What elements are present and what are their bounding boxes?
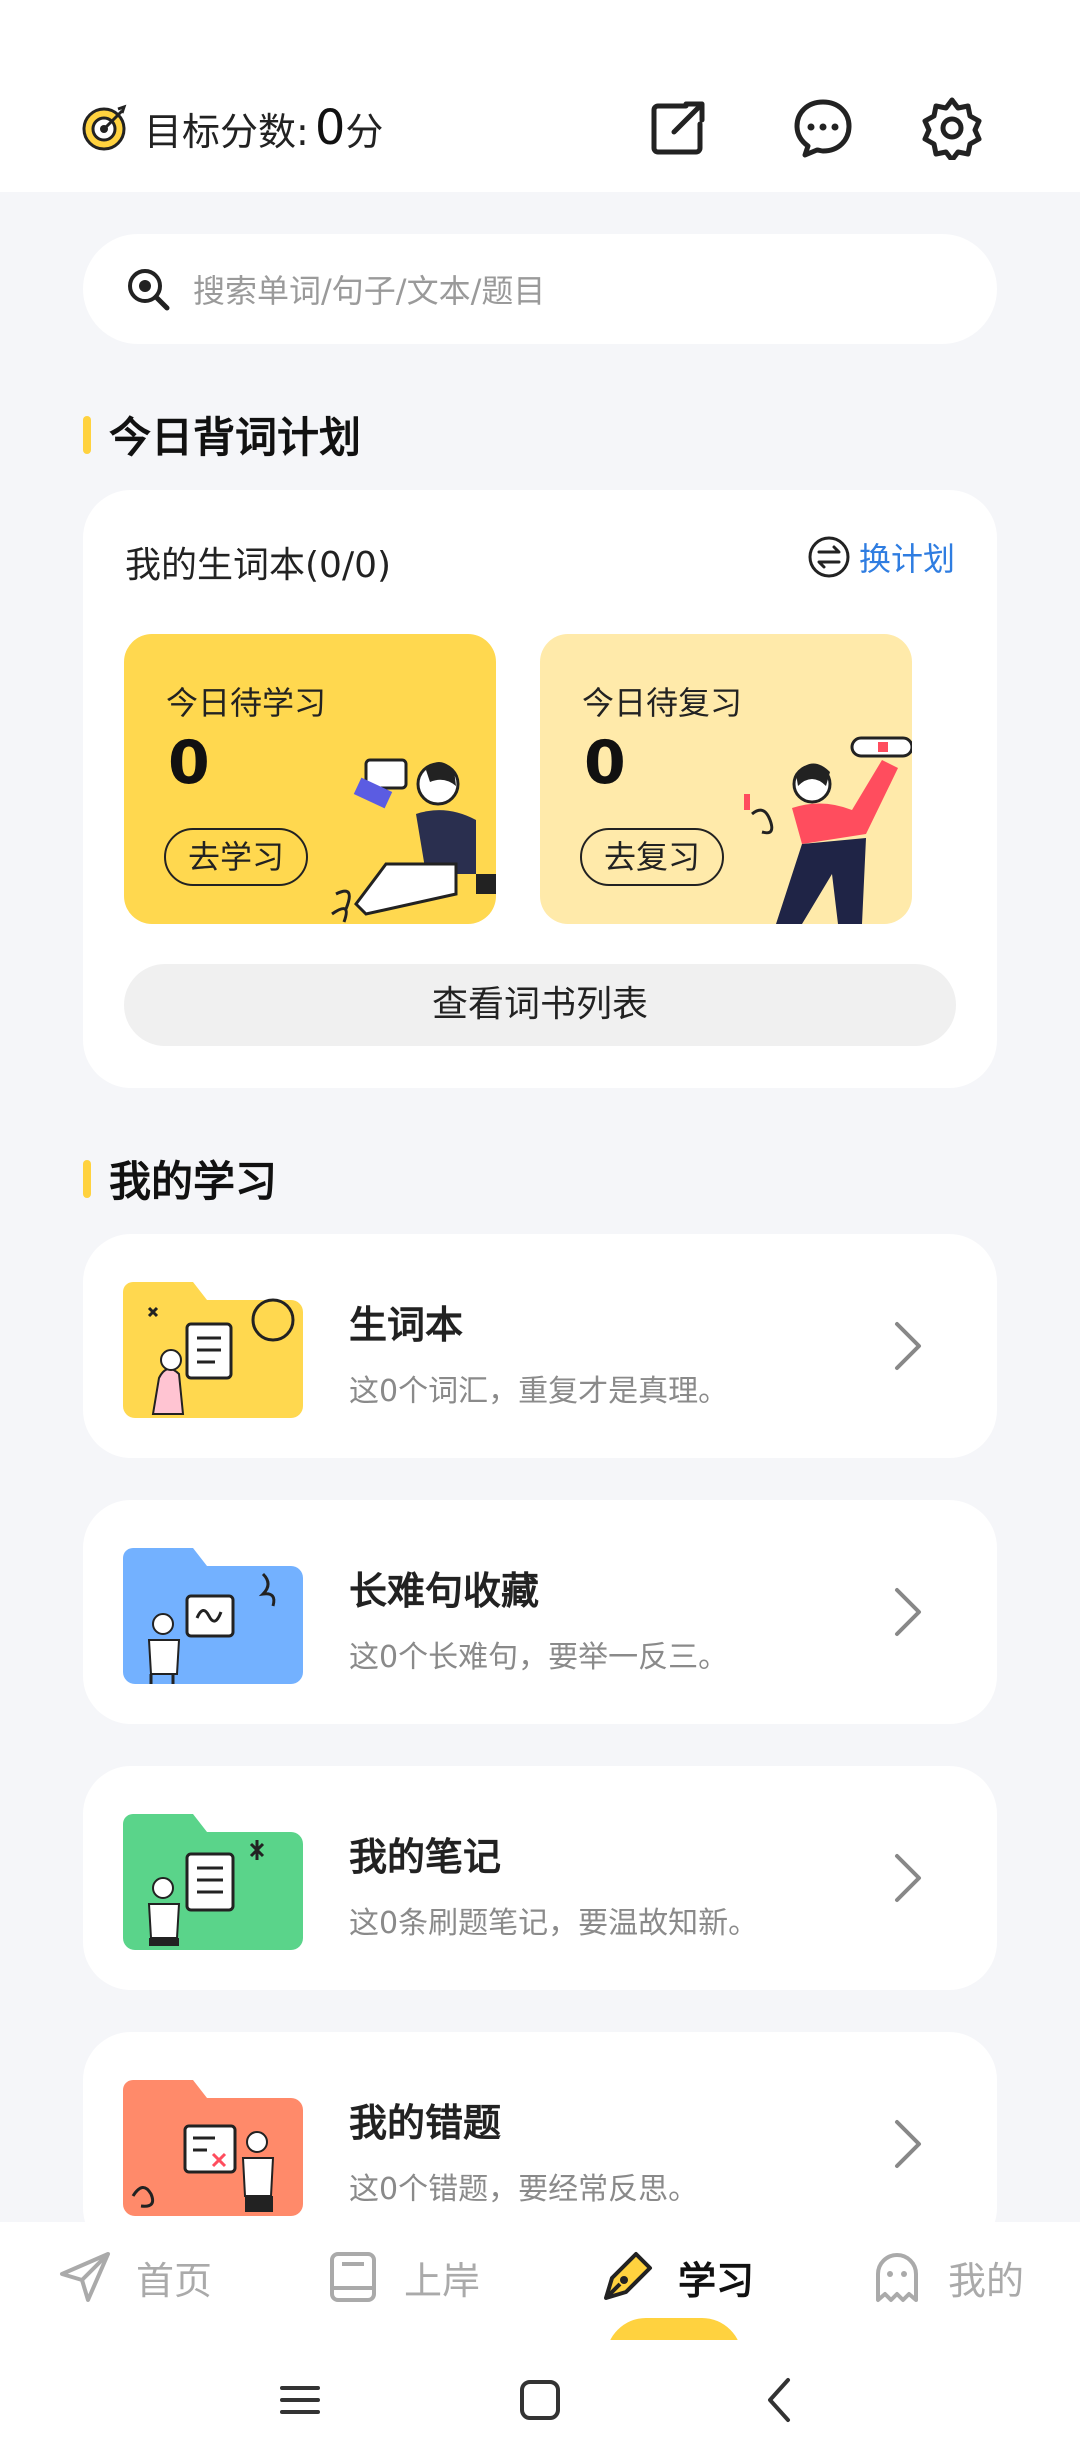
go-review-button[interactable]: 去复习: [580, 828, 725, 886]
target-icon: [82, 104, 127, 151]
share-icon[interactable]: [646, 96, 710, 160]
review-label: 今日待复习: [582, 684, 743, 722]
plan-section-title: 今日背词计划: [83, 404, 361, 465]
system-nav-bar: [0, 2340, 1080, 2460]
learn-label: 今日待学习: [166, 684, 327, 722]
switch-plan-label: 换计划: [858, 540, 955, 578]
view-book-list-button[interactable]: 查看词书列表: [124, 964, 956, 1046]
target-score-value: 0: [314, 100, 346, 156]
bottom-tab-bar: 首页 上岸 学习 我的: [0, 2222, 1080, 2358]
vocab-folder-icon: [123, 1282, 303, 1418]
chevron-right-icon: [895, 1854, 921, 1902]
item-subtitle: 这0个错题，要经常反思。: [349, 2172, 699, 2207]
item-title: 长难句收藏: [349, 1569, 540, 1613]
search-bar[interactable]: 搜索单词/句子/文本/题目: [83, 234, 997, 344]
swap-icon: [808, 536, 850, 578]
item-subtitle: 这0条刷题笔记，要温故知新。: [349, 1906, 759, 1941]
mistakes-folder-icon: [123, 2080, 303, 2216]
message-icon[interactable]: [791, 96, 855, 160]
plan-section-label: 今日背词计划: [109, 413, 362, 462]
tab-study[interactable]: 学习: [598, 2248, 754, 2306]
tab-shore-label: 上岸: [404, 2258, 481, 2303]
tab-mine-label: 我的: [948, 2258, 1025, 2303]
chevron-right-icon: [895, 2120, 921, 2168]
tab-study-label: 学习: [678, 2258, 755, 2303]
word-book-title: 我的生词本(0/0): [125, 545, 392, 586]
reading-person-illustration: [331, 758, 496, 923]
item-subtitle: 这0个词汇，重复才是真理。: [349, 1374, 729, 1409]
item-title: 我的笔记: [349, 1835, 502, 1879]
review-count: 0: [584, 728, 626, 798]
plan-card: 我的生词本(0/0) 换计划 今日待学习 0 去学习 今日待复习 0 去复习 查…: [83, 490, 997, 1088]
switch-plan-button[interactable]: 换计划: [807, 534, 955, 580]
tab-home[interactable]: 首页: [56, 2248, 212, 2306]
go-learn-button[interactable]: 去学习: [164, 828, 309, 886]
ghost-icon: [876, 2253, 918, 2302]
send-icon: [60, 2252, 110, 2302]
study-item-long-sentences[interactable]: 长难句收藏 这0个长难句，要举一反三。: [83, 1500, 997, 1724]
search-icon: [128, 269, 170, 311]
tab-home-label: 首页: [136, 2258, 213, 2303]
book-icon: [330, 2252, 376, 2302]
tab-shore[interactable]: 上岸: [324, 2248, 480, 2306]
search-placeholder: 搜索单词/句子/文本/题目: [193, 272, 546, 310]
target-score-label: 目标分数:: [144, 109, 309, 154]
item-subtitle: 这0个长难句，要举一反三。: [349, 1640, 729, 1675]
notes-folder-icon: [123, 1814, 303, 1950]
chevron-right-icon: [895, 1588, 921, 1636]
review-tile[interactable]: 今日待复习 0 去复习: [540, 634, 912, 924]
section-accent-bar: [83, 415, 91, 454]
learn-tile[interactable]: 今日待学习 0 去学习: [124, 634, 496, 924]
chevron-right-icon: [895, 1322, 921, 1370]
pen-icon: [604, 2252, 652, 2300]
study-item-notes[interactable]: 我的笔记 这0条刷题笔记，要温故知新。: [83, 1766, 997, 1990]
top-header: 目标分数: 0 分: [0, 0, 1080, 192]
reaching-person-illustration: [744, 736, 912, 924]
item-title: 我的错题: [349, 2101, 502, 2145]
target-score[interactable]: 目标分数: 0 分: [80, 100, 383, 156]
section-accent-bar: [83, 1159, 91, 1198]
back-icon[interactable]: [750, 2370, 810, 2430]
learn-count: 0: [168, 728, 210, 798]
menu-icon[interactable]: [270, 2370, 330, 2430]
tab-mine[interactable]: 我的: [868, 2248, 1024, 2306]
target-score-unit: 分: [345, 109, 384, 154]
item-title: 生词本: [349, 1303, 464, 1347]
study-section-label: 我的学习: [109, 1157, 278, 1206]
study-section-title: 我的学习: [83, 1148, 277, 1209]
settings-icon[interactable]: [920, 96, 984, 160]
home-square-icon[interactable]: [510, 2370, 570, 2430]
sentence-folder-icon: [123, 1548, 303, 1684]
study-item-vocab-book[interactable]: 生词本 这0个词汇，重复才是真理。: [83, 1234, 997, 1458]
